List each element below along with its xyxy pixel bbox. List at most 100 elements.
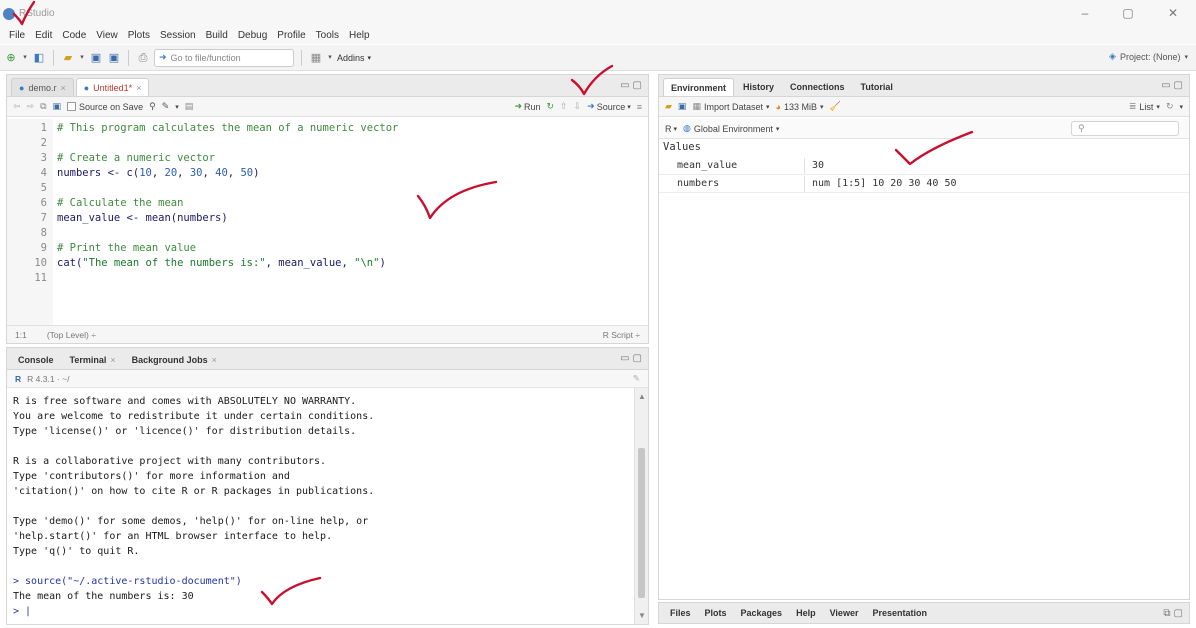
save-icon[interactable]: ▣ [89,51,103,65]
close-tab-icon[interactable]: × [136,83,141,93]
search-icon[interactable]: ⚲ [149,101,156,112]
maximize-pane-icon[interactable]: ▢ [633,80,642,91]
close-tab-icon[interactable]: × [60,83,65,93]
tab-environment[interactable]: Environment [663,78,735,96]
go-up-icon[interactable]: ⇧ [560,101,568,112]
code-line[interactable]: 10 cat("The mean of the numbers is:", mea… [7,256,647,271]
compile-report-icon[interactable]: ▤ [185,101,194,112]
menu-view[interactable]: View [91,30,123,41]
tab-history[interactable]: History [736,78,781,96]
scrollbar-thumb[interactable] [638,448,645,598]
tab-tutorial[interactable]: Tutorial [854,78,900,96]
code-line[interactable]: 7 mean_value <- mean(numbers) [7,211,647,226]
rerun-icon[interactable]: ↻ [547,101,555,112]
back-icon[interactable]: ⇦ [13,101,21,112]
code-line[interactable]: 4 numbers <- c(10, 20, 30, 40, 50) [7,166,647,181]
print-icon[interactable]: ⎙ [136,51,150,65]
menu-profile[interactable]: Profile [272,30,310,41]
tab-plots[interactable]: Plots [698,604,734,622]
forward-icon[interactable]: ⇨ [27,101,35,112]
new-file-icon[interactable]: ⊕ [4,51,18,65]
maximize-pane-icon[interactable]: ▢ [1174,608,1183,619]
scroll-up-arrow-icon[interactable]: ▲ [635,392,649,401]
goto-file-input[interactable]: ➜ Go to file/function [154,48,294,67]
menu-build[interactable]: Build [201,30,233,41]
tab-demo-r[interactable]: ● demo.r × [11,78,74,96]
minimize-pane-icon[interactable]: ▭ [1161,80,1170,91]
code-line[interactable]: 5 [7,181,647,196]
close-tab-icon[interactable]: × [212,355,217,365]
r-version-label[interactable]: R 4.3.1 · ~/ [27,374,69,384]
language-select[interactable]: R ▾ [665,124,677,134]
restore-pane-icon[interactable]: ⧉ [1163,608,1170,619]
environment-search-input[interactable]: ⚲ [1071,121,1179,136]
save-workspace-icon[interactable]: ▣ [678,101,687,112]
open-file-icon[interactable]: ▰ [61,51,75,65]
close-button[interactable]: ✕ [1163,6,1183,20]
load-workspace-icon[interactable]: ▰ [665,101,672,112]
menu-session[interactable]: Session [155,30,201,41]
console-scrollbar[interactable]: ▲ ▼ [634,388,648,624]
environment-row[interactable]: mean_value 30 [659,158,1189,175]
source-on-save-checkbox[interactable]: Source on Save [67,102,143,112]
list-view-button[interactable]: ≣ List ▾ [1129,101,1160,112]
source-button[interactable]: ➜ Source ▾ [587,101,631,112]
code-line[interactable]: 9 # Print the mean value [7,241,647,256]
tab-connections[interactable]: Connections [783,78,852,96]
project-menu[interactable]: ◈ Project: (None) ▾ [1109,51,1188,62]
minimize-pane-icon[interactable]: ▭ [620,80,629,91]
refresh-icon[interactable]: ↻ [1166,101,1174,112]
workspace-panes-icon[interactable]: ▦ [309,51,323,65]
code-line[interactable]: 6 # Calculate the mean [7,196,647,211]
clear-broom-icon[interactable]: 🧹 [829,101,840,112]
menu-edit[interactable]: Edit [30,30,57,41]
minimize-pane-icon[interactable]: ▭ [620,353,629,364]
menu-debug[interactable]: Debug [233,30,272,41]
tab-help[interactable]: Help [789,604,823,622]
code-line[interactable]: 3 # Create a numeric vector [7,151,647,166]
file-type-indicator[interactable]: R Script ÷ [603,330,640,340]
tab-terminal[interactable]: Terminal × [63,351,123,369]
clear-console-icon[interactable]: ✎ [633,373,640,384]
code-tools-wand-icon[interactable]: ✎ [162,101,170,112]
go-down-icon[interactable]: ⇩ [574,101,582,112]
menu-code[interactable]: Code [57,30,91,41]
import-dataset-button[interactable]: ▦ Import Dataset ▾ [692,101,769,112]
minimize-button[interactable]: – [1075,6,1095,20]
tab-files[interactable]: Files [663,604,698,622]
tab-presentation[interactable]: Presentation [865,604,934,622]
code-line[interactable]: 2 [7,136,647,151]
code-tools-dropdown-icon[interactable]: ▾ [175,103,179,111]
tab-untitled1[interactable]: ● Untitled1* × [75,78,150,96]
new-project-icon[interactable]: ◧ [32,51,46,65]
scroll-down-arrow-icon[interactable]: ▼ [635,611,649,620]
maximize-pane-icon[interactable]: ▢ [1174,80,1183,91]
maximize-pane-icon[interactable]: ▢ [633,353,642,364]
scope-indicator[interactable]: (Top Level) ÷ [47,330,96,340]
memory-usage-button[interactable]: ◕ 133 MiB ▾ [776,102,824,112]
workspace-panes-dropdown-icon[interactable]: ▾ [327,51,333,65]
document-outline-icon[interactable]: ≡ [637,102,642,112]
environment-scope-select[interactable]: ◍ Global Environment ▾ [683,123,779,134]
tab-background-jobs[interactable]: Background Jobs × [125,351,224,369]
menu-file[interactable]: File [4,30,30,41]
show-in-window-icon[interactable]: ⧉ [40,101,46,112]
maximize-button[interactable]: ▢ [1118,6,1138,20]
code-editor[interactable]: 1 # This program calculates the mean of a… [7,119,648,325]
close-tab-icon[interactable]: × [110,355,115,365]
save-icon[interactable]: ▣ [53,101,62,112]
environment-row[interactable]: numbers num [1:5] 10 20 30 40 50 [659,176,1189,193]
code-line[interactable]: 11 [7,271,647,286]
addins-button[interactable]: Addins ▾ [337,53,371,63]
code-line[interactable]: 8 [7,226,647,241]
menu-plots[interactable]: Plots [123,30,155,41]
tab-viewer[interactable]: Viewer [823,604,866,622]
menu-help[interactable]: Help [344,30,375,41]
open-recent-dropdown-icon[interactable]: ▾ [79,51,85,65]
code-line[interactable]: 1 # This program calculates the mean of a… [7,121,647,136]
tab-packages[interactable]: Packages [734,604,790,622]
run-button[interactable]: ➜ Run [514,101,540,112]
refresh-dropdown-icon[interactable]: ▾ [1179,103,1183,111]
menu-tools[interactable]: Tools [311,30,344,41]
console-output[interactable]: R is free software and comes with ABSOLU… [7,388,634,624]
